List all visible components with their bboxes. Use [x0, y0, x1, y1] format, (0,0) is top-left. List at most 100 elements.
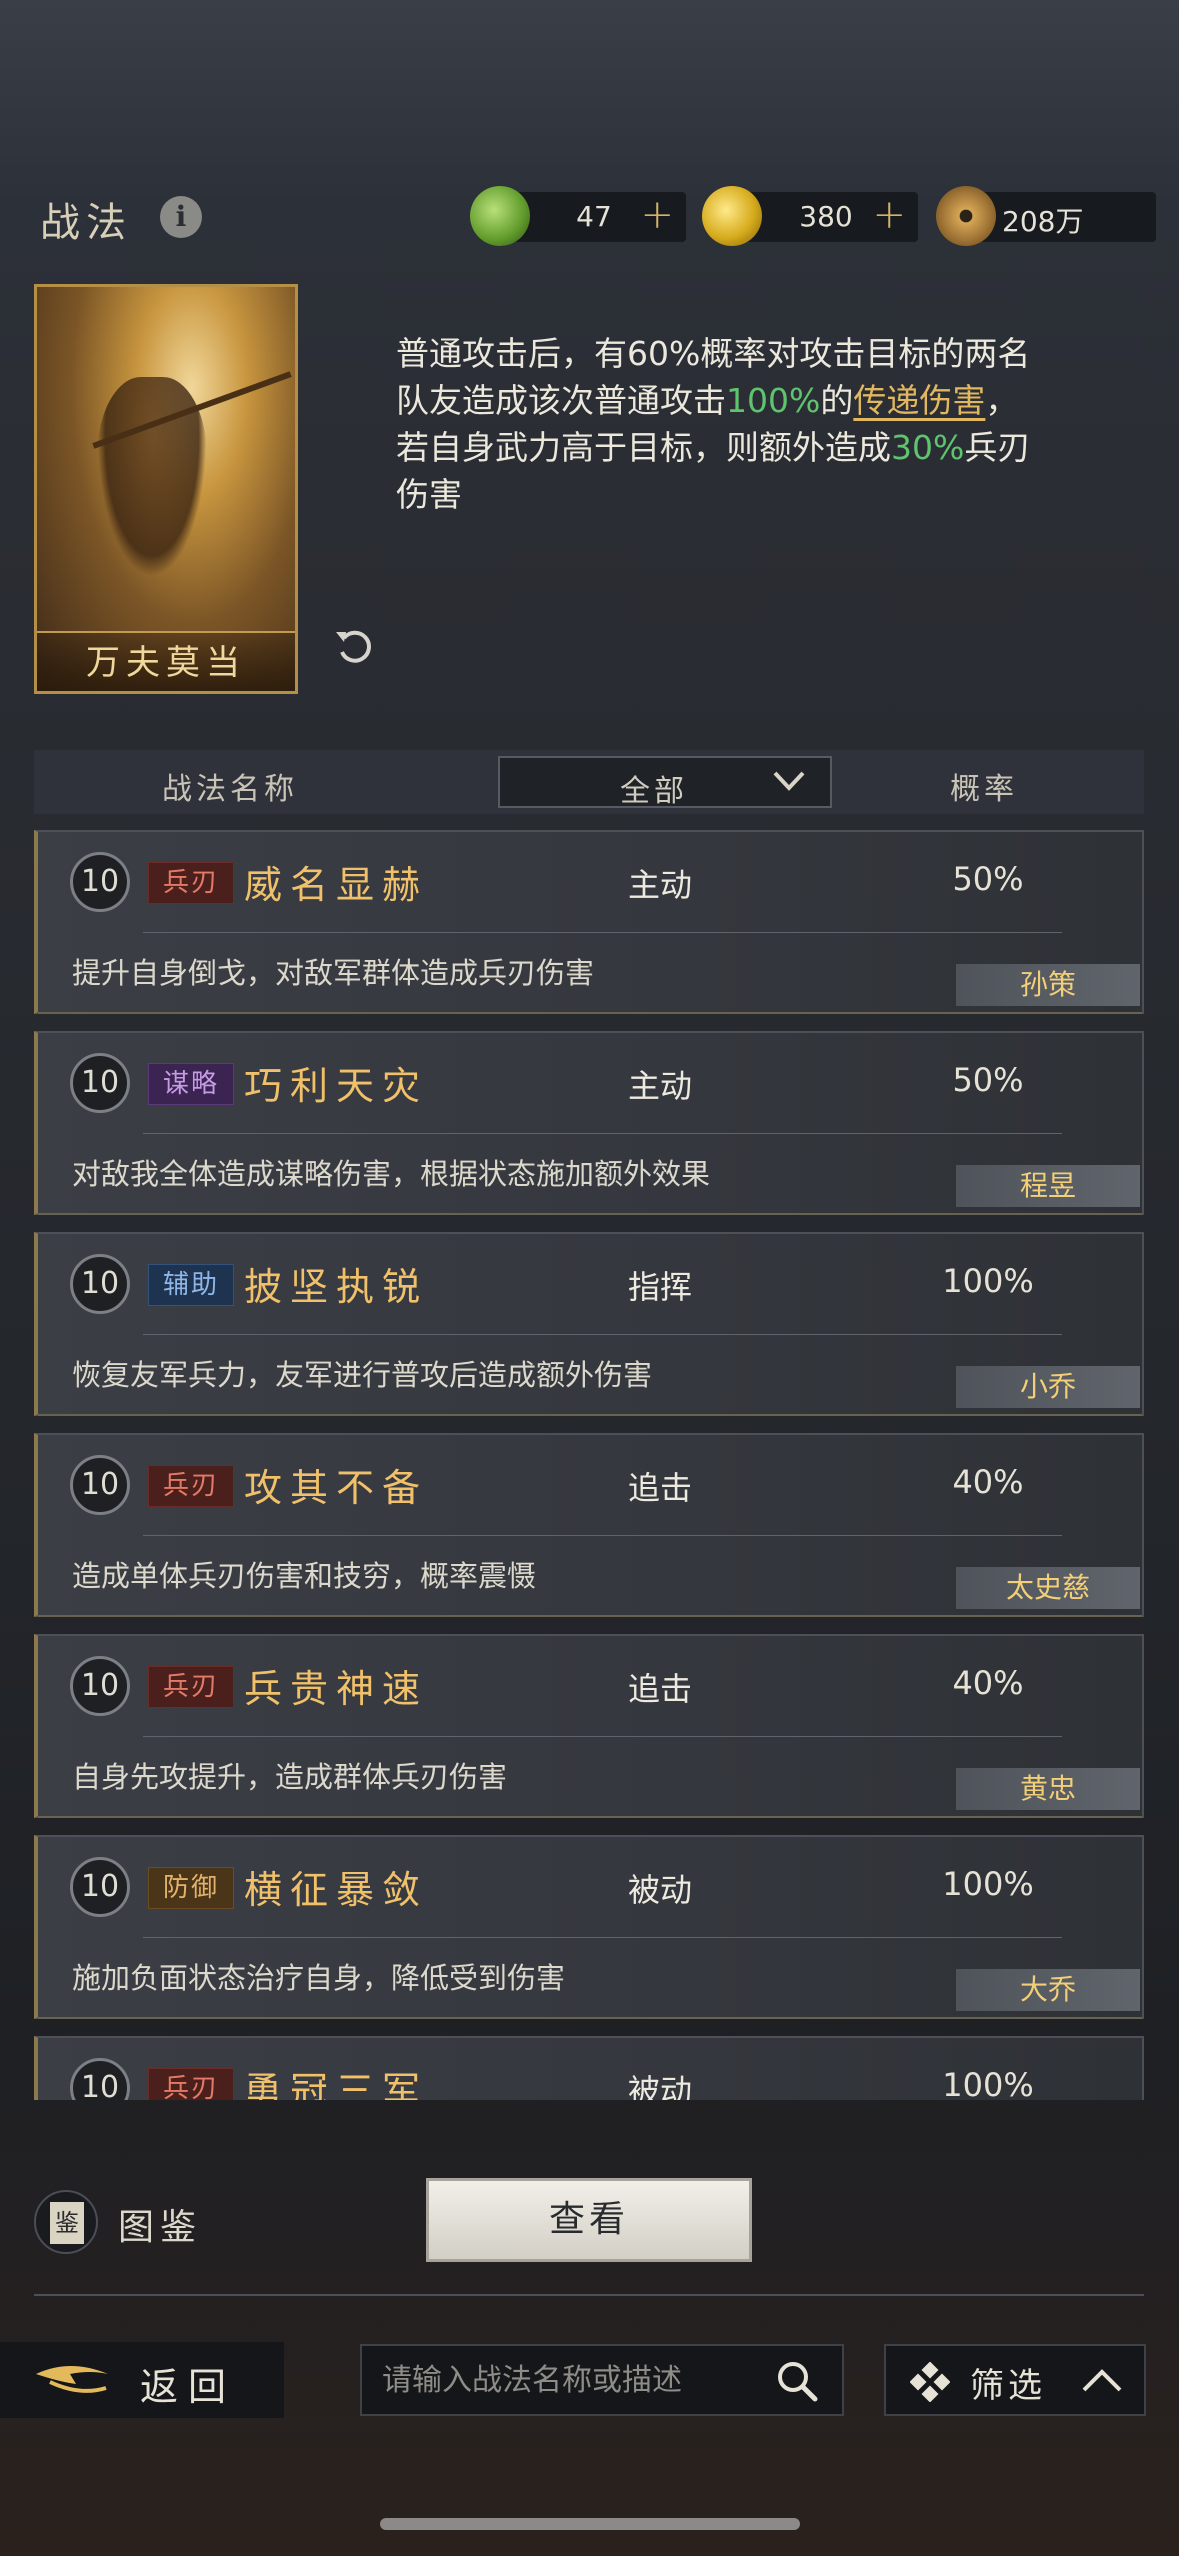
- dropdown-value: 全部: [620, 774, 688, 809]
- skill-desc: 施加负面状态治疗自身，降低受到伤害: [72, 1961, 566, 1995]
- col-skill-name[interactable]: 战法名称: [162, 764, 298, 808]
- jade-value: 47: [576, 200, 612, 233]
- copper-resource: 208万: [936, 186, 1156, 246]
- skill-name: 攻其不备: [244, 1466, 429, 1510]
- skill-rate: 50%: [952, 1061, 1024, 1099]
- level-badge: 10: [70, 852, 130, 912]
- skill-type: 被动: [628, 2072, 693, 2100]
- divider: [34, 2294, 1144, 2296]
- skill-desc: 对敌我全体造成谋略伤害，根据状态施加额外效果: [72, 1157, 711, 1191]
- gold-resource: 380 +: [702, 186, 918, 246]
- skill-tag: 兵刃: [148, 862, 234, 904]
- skill-row[interactable]: 10 兵刃 勇冠三军 被动 100%: [34, 2036, 1144, 2100]
- back-button[interactable]: 返回: [0, 2342, 284, 2418]
- filter-button[interactable]: 筛选: [884, 2344, 1146, 2416]
- chevron-up-icon: [1082, 2369, 1122, 2392]
- add-jade-button[interactable]: +: [640, 192, 674, 238]
- skill-tag: 兵刃: [148, 1465, 234, 1507]
- skill-list[interactable]: 10 兵刃 威名显赫 主动 50% 提升自身倒戈，对敌军群体造成兵刃伤害 孙策 …: [34, 830, 1144, 2100]
- skill-rate: 40%: [952, 1664, 1024, 1702]
- skill-name: 横征暴敛: [244, 1868, 429, 1912]
- hero-badge: 孙策: [956, 964, 1140, 1006]
- filter-icon: [910, 2362, 950, 2402]
- skill-tag: 谋略: [148, 1063, 234, 1105]
- divider: [143, 1736, 1062, 1737]
- jade-icon: [470, 186, 530, 246]
- skill-desc: 造成单体兵刃伤害和技穷，概率震慑: [72, 1559, 537, 1593]
- skill-row[interactable]: 10 兵刃 兵贵神速 追击 40% 自身先攻提升，造成群体兵刃伤害 黄忠: [34, 1634, 1144, 1818]
- skill-row[interactable]: 10 兵刃 威名显赫 主动 50% 提升自身倒戈，对敌军群体造成兵刃伤害 孙策: [34, 830, 1144, 1014]
- skill-row[interactable]: 10 防御 横征暴敛 被动 100% 施加负面状态治疗自身，降低受到伤害 大乔: [34, 1835, 1144, 2019]
- skill-tag: 辅助: [148, 1264, 234, 1306]
- search-icon[interactable]: [774, 2358, 820, 2404]
- add-gold-button[interactable]: +: [872, 192, 906, 238]
- search-box: [360, 2344, 844, 2416]
- skill-tag: 兵刃: [148, 1666, 234, 1708]
- skill-row[interactable]: 10 兵刃 攻其不备 追击 40% 造成单体兵刃伤害和技穷，概率震慑 太史慈: [34, 1433, 1144, 1617]
- info-icon[interactable]: i: [160, 196, 202, 238]
- divider: [143, 932, 1062, 933]
- hero-badge: 黄忠: [956, 1768, 1140, 1810]
- book-icon[interactable]: 鉴: [34, 2190, 98, 2254]
- home-indicator[interactable]: [380, 2518, 800, 2530]
- level-badge: 10: [70, 1857, 130, 1917]
- skill-type: 主动: [628, 866, 693, 904]
- view-button[interactable]: 查看: [426, 2178, 752, 2262]
- skill-desc: 恢复友军兵力，友军进行普攻后造成额外伤害: [72, 1358, 653, 1392]
- skill-type: 指挥: [628, 1268, 693, 1306]
- skill-description: 普通攻击后，有60%概率对攻击目标的两名队友造成该次普通攻击100%的传递伤害，…: [396, 330, 1046, 518]
- skill-name: 巧利天灾: [244, 1064, 429, 1108]
- copper-coin-icon: [936, 186, 996, 246]
- level-badge: 10: [70, 1455, 130, 1515]
- gold-value: 380: [799, 200, 853, 233]
- skill-desc: 提升自身倒戈，对敌军群体造成兵刃伤害: [72, 956, 595, 990]
- skill-type: 追击: [628, 1670, 693, 1708]
- chevron-down-icon: [773, 771, 805, 791]
- skill-type: 主动: [628, 1067, 693, 1105]
- hero-badge: 太史慈: [956, 1567, 1140, 1609]
- desc-part-highlight: 30%: [891, 428, 965, 467]
- type-filter-dropdown[interactable]: 全部: [498, 756, 832, 809]
- skill-card[interactable]: 万夫莫当: [34, 284, 298, 694]
- level-badge: 10: [70, 1053, 130, 1113]
- skill-name: 勇冠三军: [244, 2069, 429, 2100]
- back-arrow-icon: [36, 2366, 108, 2393]
- divider: [143, 1535, 1062, 1536]
- skill-name: 披坚执锐: [244, 1265, 429, 1309]
- level-badge: 10: [70, 1254, 130, 1314]
- refresh-icon[interactable]: [330, 620, 380, 670]
- hero-badge: 小乔: [956, 1366, 1140, 1408]
- page-title: 战法: [40, 200, 132, 246]
- skill-rate: 100%: [942, 2066, 1034, 2100]
- skill-row[interactable]: 10 辅助 披坚执锐 指挥 100% 恢复友军兵力，友军进行普攻后造成额外伤害 …: [34, 1232, 1144, 1416]
- skill-tag: 防御: [148, 1867, 234, 1909]
- divider: [143, 1937, 1062, 1938]
- card-name: 万夫莫当: [37, 631, 295, 691]
- divider: [143, 1133, 1062, 1134]
- gold-coin-icon: [702, 186, 762, 246]
- divider: [143, 1334, 1062, 1335]
- hero-badge: 大乔: [956, 1969, 1140, 2011]
- level-badge: 10: [70, 2058, 130, 2100]
- skill-name: 威名显赫: [244, 863, 429, 907]
- jade-resource: 47 +: [470, 186, 686, 246]
- refresh-icon-svg: [336, 630, 371, 663]
- filter-label: 筛选: [970, 2366, 1046, 2406]
- codex-label[interactable]: 图鉴: [118, 2198, 202, 2250]
- skill-type: 被动: [628, 1871, 693, 1909]
- desc-part: 的: [820, 381, 854, 420]
- skill-name: 兵贵神速: [244, 1667, 429, 1711]
- skill-rate: 50%: [952, 860, 1024, 898]
- desc-part-highlight: 100%: [726, 381, 821, 420]
- search-input[interactable]: [382, 2356, 762, 2404]
- skill-rate: 40%: [952, 1463, 1024, 1501]
- col-rate[interactable]: 概率: [950, 764, 1018, 808]
- back-label: 返回: [140, 2365, 237, 2409]
- skill-row[interactable]: 10 谋略 巧利天灾 主动 50% 对敌我全体造成谋略伤害，根据状态施加额外效果…: [34, 1031, 1144, 1215]
- skill-rate: 100%: [942, 1865, 1034, 1903]
- book-icon-glyph: 鉴: [50, 2202, 84, 2244]
- level-badge: 10: [70, 1656, 130, 1716]
- skill-tag: 兵刃: [148, 2068, 234, 2100]
- pass-damage-link[interactable]: 传递伤害: [853, 381, 985, 420]
- copper-value: 208万: [1002, 205, 1084, 238]
